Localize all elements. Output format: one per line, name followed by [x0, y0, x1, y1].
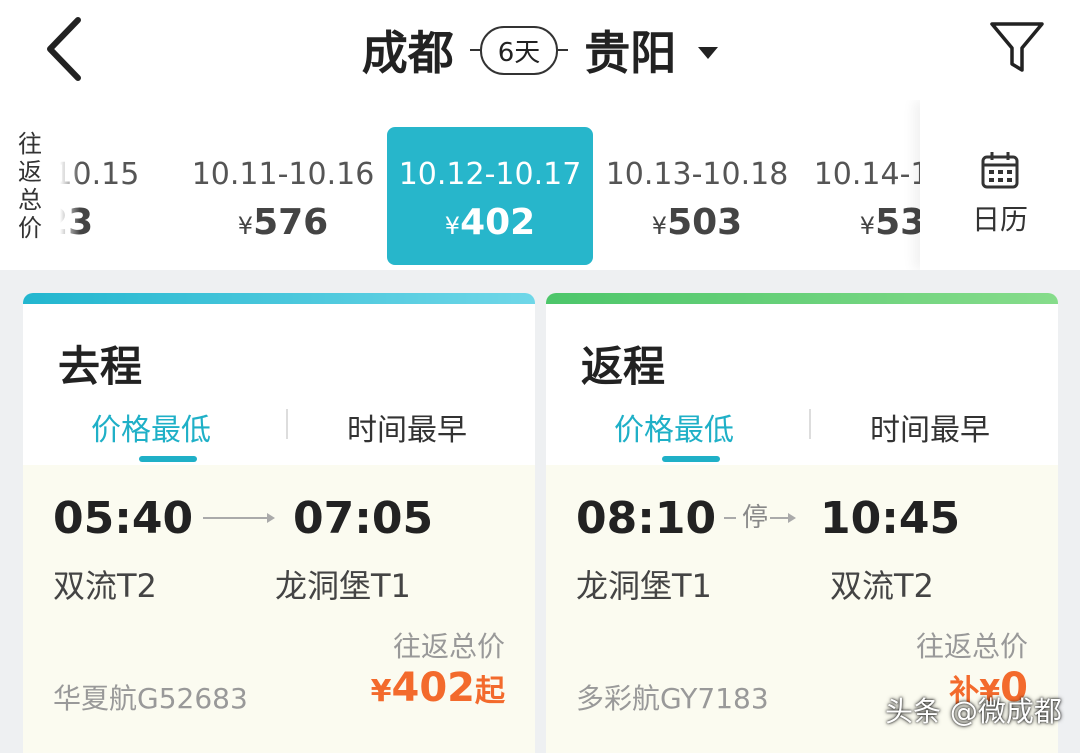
outbound-price: ¥402起 [370, 665, 505, 711]
tab-indicator [662, 456, 720, 462]
tab-lowest-price[interactable]: 价格最低 [23, 405, 279, 449]
caret-down-icon[interactable] [698, 47, 719, 59]
tab-earliest-time[interactable]: 时间最早 [802, 405, 1058, 449]
outbound-card: 去程 价格最低 时间最早 05:40 07:05 双流T2 龙洞堡T1 往返总价… [23, 293, 535, 753]
trip-days: 6天 [469, 25, 569, 75]
origin-city: 成都 [361, 26, 454, 80]
return-sort-tabs: 价格最低 时间最早 [546, 393, 1058, 463]
calendar-label: 日历 [971, 203, 1028, 236]
depart-time: 05:40 [53, 493, 194, 544]
round-trip-total-label: 往 返 总 价 [18, 130, 42, 242]
date-options: 10.10-10.15 ¥523 10.11-10.16 ¥576 10.12-… [60, 100, 920, 270]
filter-icon[interactable] [988, 18, 1046, 78]
depart-time: 08:10 [576, 493, 717, 544]
calendar-button[interactable]: 日历 [920, 100, 1080, 270]
outbound-title: 去程 [58, 342, 143, 391]
depart-airport: 龙洞堡T1 [576, 567, 712, 605]
flight-number: 多彩航GY7183 [576, 682, 769, 715]
arrive-airport: 龙洞堡T1 [275, 567, 411, 605]
arrive-time: 07:05 [293, 493, 434, 544]
return-accent-bar [546, 293, 1058, 304]
outbound-flight[interactable]: 05:40 07:05 双流T2 龙洞堡T1 往返总价 ¥402起 华夏航G52… [23, 465, 535, 753]
arrow-right-icon [203, 513, 275, 523]
tab-lowest-price[interactable]: 价格最低 [546, 405, 802, 449]
return-title: 返程 [581, 342, 666, 391]
depart-airport: 双流T2 [53, 567, 157, 605]
trip-days-badge: 6天 [479, 25, 559, 75]
return-card: 返程 价格最低 时间最早 08:10 停 10:45 龙洞堡T1 双流T2 往返… [546, 293, 1058, 753]
route-title: 成都 6天 贵阳 [0, 0, 1080, 100]
outbound-accent-bar [23, 293, 535, 304]
round-trip-total-label: 往返总价 [392, 630, 505, 663]
round-trip-total-label: 往返总价 [915, 630, 1028, 663]
date-option[interactable]: 10.14-10.19 ¥538 [802, 127, 920, 265]
flight-number: 华夏航G52683 [53, 682, 248, 715]
arrive-time: 10:45 [820, 493, 961, 544]
outbound-sort-tabs: 价格最低 时间最早 [23, 393, 535, 463]
destination-city[interactable]: 贵阳 [584, 17, 676, 83]
date-option[interactable]: 10.11-10.16 ¥576 [180, 127, 386, 265]
top-nav: 成都 6天 贵阳 [0, 0, 1080, 100]
date-option-selected[interactable]: 10.12-10.17 ¥402 [387, 127, 593, 265]
watermark: 头条 @微成都 [885, 695, 1062, 728]
tab-earliest-time[interactable]: 时间最早 [279, 405, 535, 449]
date-selector: 往 返 总 价 10.10-10.15 ¥523 10.11-10.16 ¥57… [0, 100, 1080, 270]
tab-indicator [139, 456, 197, 462]
arrive-airport: 双流T2 [830, 567, 934, 605]
stop-label: 停 [742, 503, 769, 533]
calendar-icon [981, 152, 1019, 189]
date-option[interactable]: 10.13-10.18 ¥503 [594, 127, 800, 265]
